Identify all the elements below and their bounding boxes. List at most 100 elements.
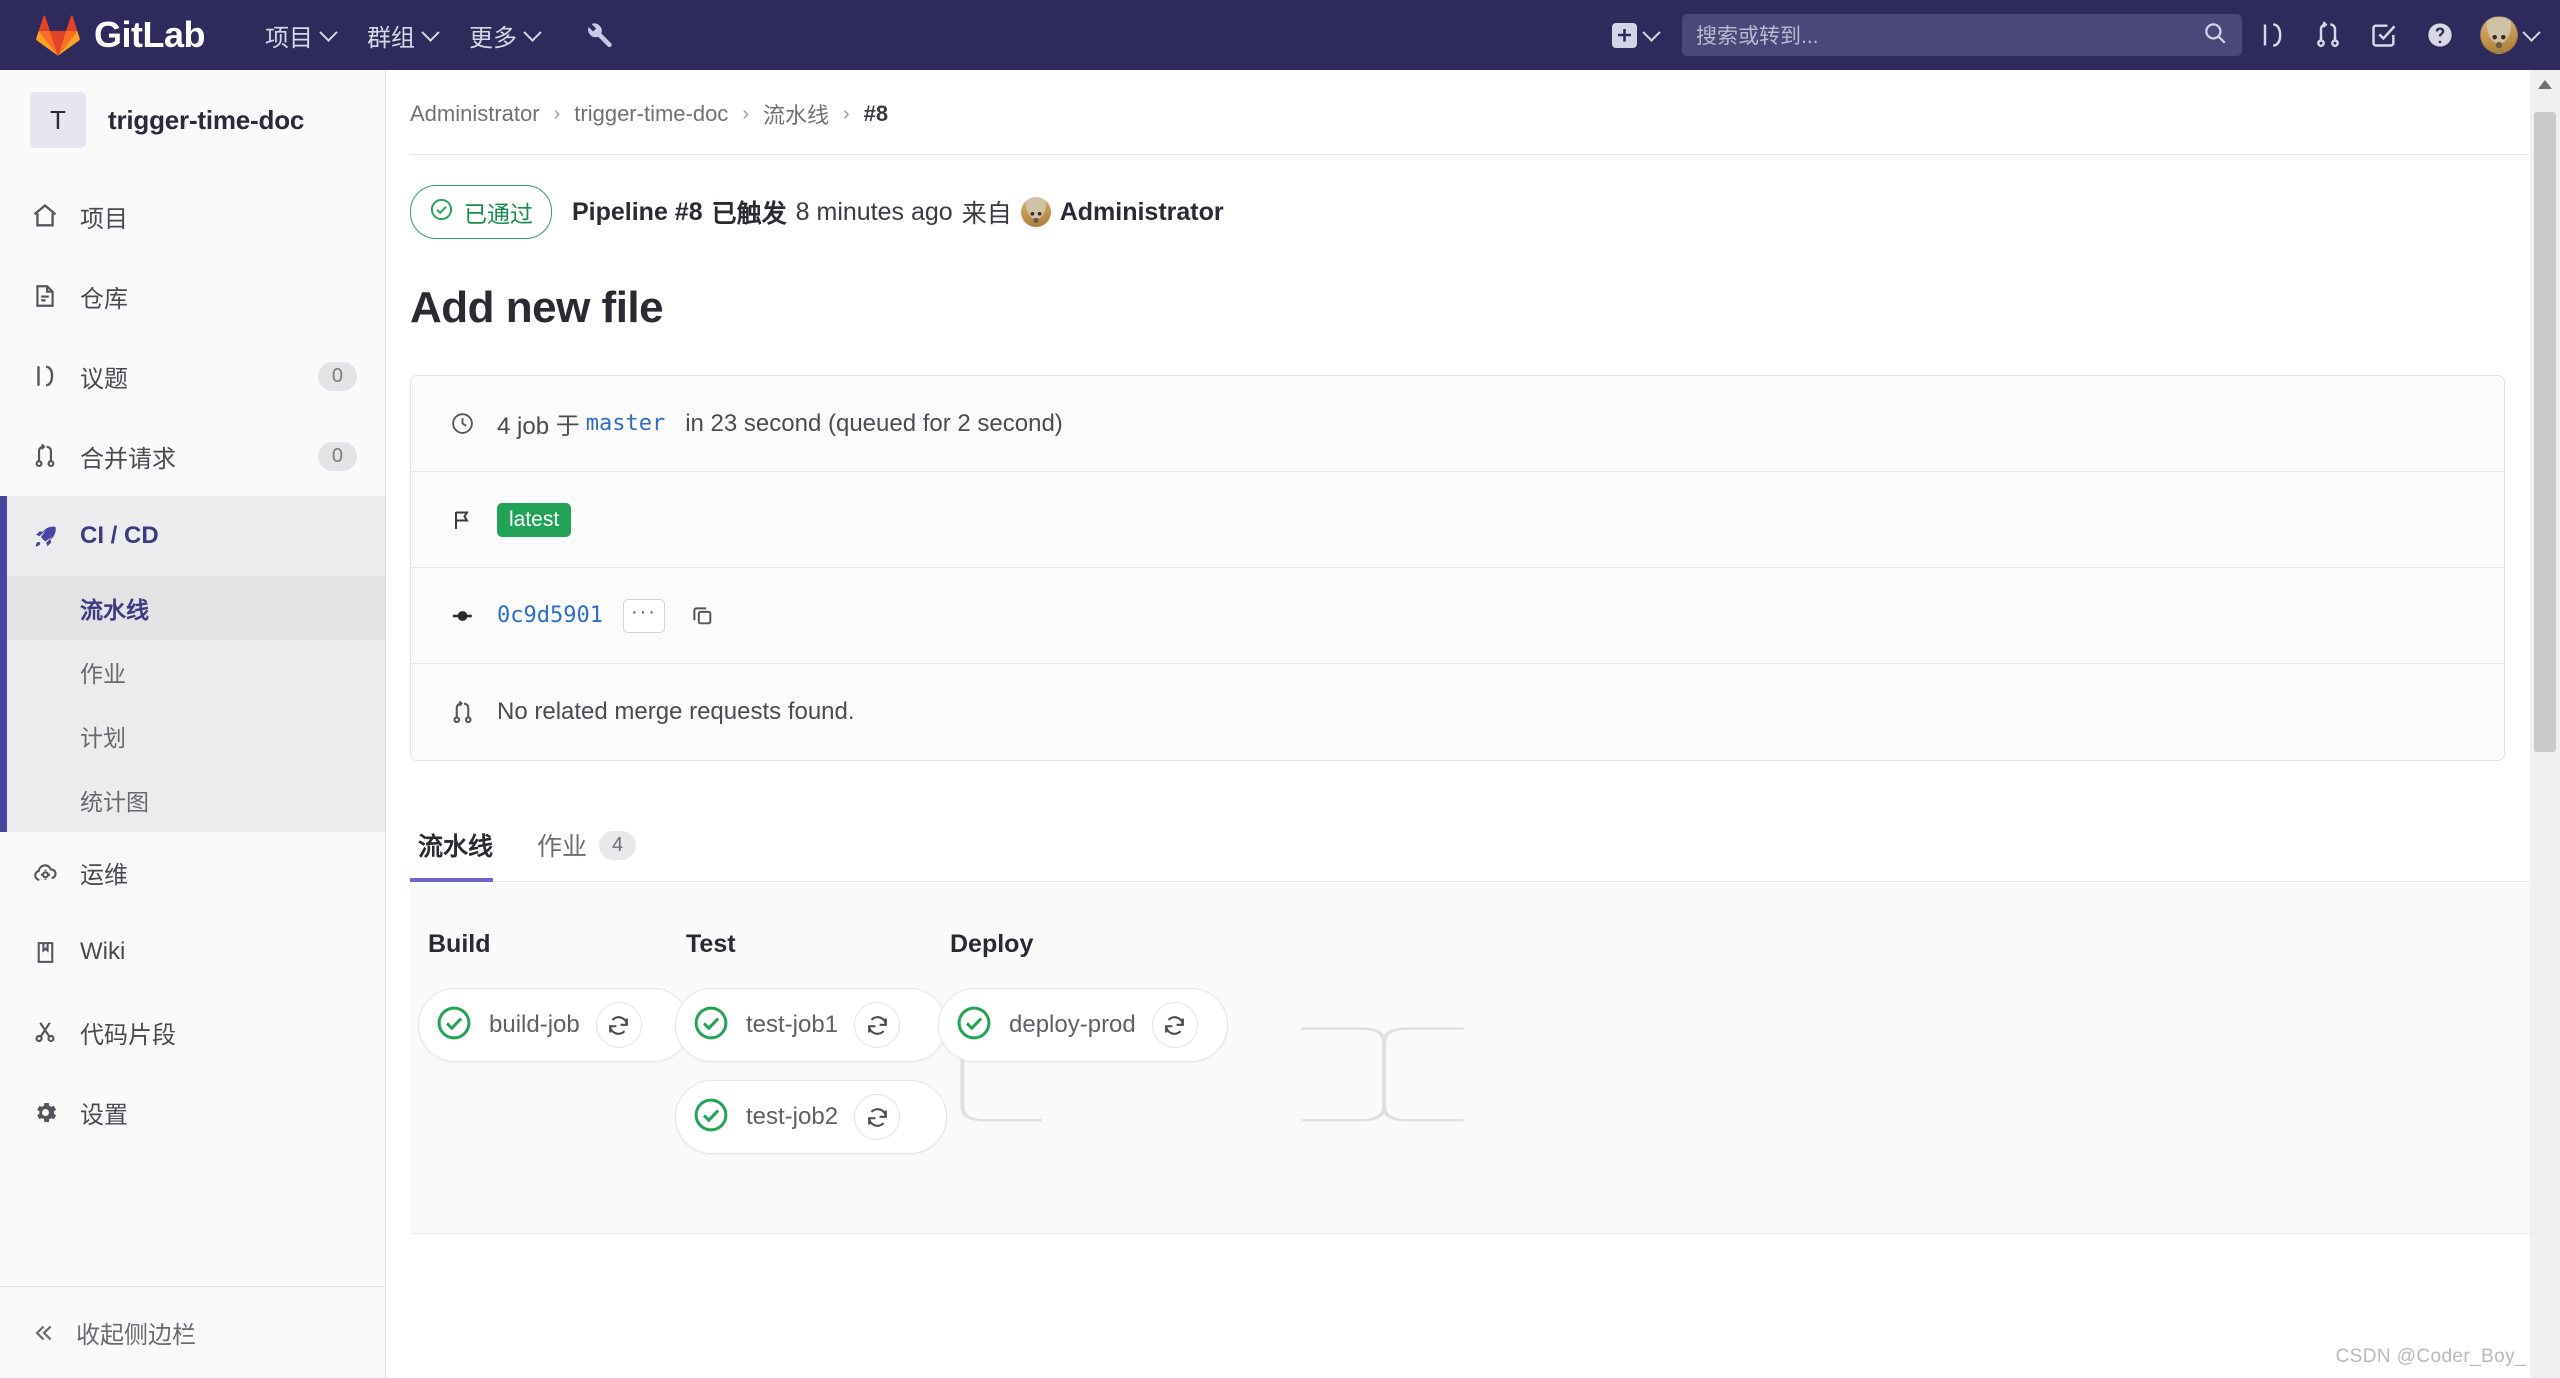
info-row-merge-requests: No related merge requests found. bbox=[411, 664, 2504, 760]
retry-icon[interactable] bbox=[595, 1002, 642, 1048]
sidebar-item-settings[interactable]: 设置 bbox=[0, 1072, 385, 1152]
pipeline-title-line: Pipeline #8 已触发 8 minutes ago 来自 Adminis… bbox=[572, 194, 1224, 230]
pipeline-header: 已通过 Pipeline #8 已触发 8 minutes ago 来自 Adm… bbox=[386, 155, 2560, 239]
pipeline-tabs: 流水线 作业 4 bbox=[410, 813, 2560, 882]
jobs-suffix: in 23 second (queued for 2 second) bbox=[685, 409, 1063, 437]
sidebar-label-ci-cd: CI / CD bbox=[80, 522, 159, 549]
retry-icon[interactable] bbox=[1151, 1002, 1198, 1048]
chevron-down-icon bbox=[1642, 22, 1661, 42]
check-circle-icon bbox=[692, 1004, 730, 1047]
retry-icon[interactable] bbox=[854, 1094, 901, 1140]
wrench-icon[interactable] bbox=[577, 13, 621, 57]
job-deploy-prod[interactable]: deploy-prod bbox=[938, 988, 1228, 1062]
tab-jobs[interactable]: 作业 4 bbox=[529, 813, 660, 881]
tab-jobs-label: 作业 bbox=[537, 833, 588, 861]
topnav-label-more: 更多 bbox=[469, 24, 517, 52]
sidebar-item-snippets[interactable]: 代码片段 bbox=[0, 992, 385, 1072]
tab-pipeline[interactable]: 流水线 bbox=[410, 813, 517, 882]
pipeline-author[interactable]: Administrator bbox=[1060, 198, 1224, 227]
project-sidebar: T trigger-time-doc 项目 仓库 议题 0 合并请求 0 CI … bbox=[0, 70, 386, 1378]
job-label: test-job1 bbox=[746, 1011, 839, 1038]
help-icon[interactable] bbox=[2414, 9, 2466, 61]
chevron-double-left-icon bbox=[30, 1320, 56, 1346]
watermark: CSDN @Coder_Boy_ bbox=[2335, 1346, 2526, 1367]
sidebar-item-pipelines[interactable]: 流水线 bbox=[0, 576, 385, 640]
sidebar-item-schedules[interactable]: 计划 bbox=[0, 704, 385, 768]
top-navigation-bar: GitLab 项目 群组 更多 搜索或转到... bbox=[0, 0, 2560, 70]
sidebar-item-charts[interactable]: 统计图 bbox=[0, 768, 385, 832]
scrollbar-thumb[interactable] bbox=[2534, 112, 2556, 752]
topnav-label-groups: 群组 bbox=[367, 24, 415, 52]
sidebar-label-operations: 运维 bbox=[80, 861, 128, 889]
commit-sha[interactable]: 0c9d5901 bbox=[497, 603, 603, 628]
sidebar-item-repository[interactable]: 仓库 bbox=[0, 256, 385, 336]
chevron-down-icon bbox=[319, 22, 338, 42]
commit-expand-button[interactable]: ··· bbox=[622, 598, 665, 633]
pipeline-triggered-label: 已触发 bbox=[711, 200, 787, 228]
retry-icon[interactable] bbox=[854, 1002, 901, 1048]
avatar-wrapper[interactable] bbox=[2480, 16, 2541, 54]
repository-icon bbox=[28, 283, 62, 309]
sidebar-item-project[interactable]: 项目 bbox=[0, 176, 385, 256]
user-menu-button[interactable] bbox=[2470, 9, 2541, 61]
clock-icon bbox=[447, 411, 477, 436]
topnav-item-projects[interactable]: 项目 bbox=[249, 8, 351, 63]
sidebar-item-operations[interactable]: 运维 bbox=[0, 832, 385, 912]
collapse-sidebar-button[interactable]: 收起侧边栏 bbox=[0, 1286, 385, 1378]
breadcrumb-item-project[interactable]: trigger-time-doc bbox=[574, 101, 728, 127]
gear-icon bbox=[28, 1099, 62, 1126]
breadcrumb-separator: › bbox=[553, 102, 561, 125]
check-circle-icon bbox=[435, 1004, 473, 1047]
sidebar-label-issues: 议题 bbox=[80, 365, 128, 393]
status-badge-label: 已通过 bbox=[464, 201, 533, 227]
sidebar-label-pipelines: 流水线 bbox=[80, 597, 149, 623]
sidebar-nav: 项目 仓库 议题 0 合并请求 0 CI / CD 流水线 作业 计划 统计图 … bbox=[0, 170, 385, 1152]
status-badge[interactable]: 已通过 bbox=[410, 185, 552, 239]
topnav-item-more[interactable]: 更多 bbox=[453, 8, 555, 63]
sidebar-label-merge-requests: 合并请求 bbox=[80, 445, 176, 473]
todos-icon[interactable] bbox=[2358, 9, 2410, 61]
sidebar-item-issues[interactable]: 议题 0 bbox=[0, 336, 385, 416]
breadcrumb-item-pipeline-id[interactable]: #8 bbox=[864, 101, 888, 127]
tag-badge[interactable]: latest bbox=[497, 502, 572, 537]
author-avatar[interactable] bbox=[1020, 197, 1051, 227]
info-row-tag: latest bbox=[411, 472, 2504, 568]
vertical-scrollbar[interactable] bbox=[2530, 70, 2560, 1378]
wiki-icon bbox=[28, 940, 62, 965]
breadcrumb-item-administrator[interactable]: Administrator bbox=[410, 101, 540, 127]
scroll-up-arrow-icon[interactable] bbox=[2538, 80, 2552, 89]
plus-icon bbox=[1612, 22, 1637, 48]
sidebar-item-jobs[interactable]: 作业 bbox=[0, 640, 385, 704]
sidebar-label-settings: 设置 bbox=[80, 1101, 128, 1129]
create-new-button[interactable] bbox=[1602, 15, 1668, 56]
job-label: test-job2 bbox=[746, 1103, 839, 1130]
copy-icon[interactable] bbox=[685, 598, 721, 634]
job-test-job2[interactable]: test-job2 bbox=[675, 1080, 947, 1154]
pipeline-ref[interactable]: master bbox=[586, 411, 665, 436]
tab-jobs-count: 4 bbox=[599, 830, 637, 860]
top-nav-right-cluster: 搜索或转到... bbox=[1602, 0, 2541, 70]
project-name: trigger-time-doc bbox=[108, 104, 305, 135]
job-build-job[interactable]: build-job bbox=[418, 988, 690, 1062]
project-avatar: T bbox=[30, 92, 86, 148]
gitlab-logo-icon[interactable] bbox=[36, 14, 80, 56]
merge-requests-icon[interactable] bbox=[2302, 9, 2354, 61]
sidebar-project-header[interactable]: T trigger-time-doc bbox=[0, 70, 385, 170]
check-circle-icon bbox=[955, 1004, 993, 1047]
job-test-job1[interactable]: test-job1 bbox=[675, 988, 947, 1062]
issues-icon[interactable] bbox=[2246, 9, 2298, 61]
job-label: deploy-prod bbox=[1009, 1011, 1136, 1038]
chevron-down-icon bbox=[523, 22, 542, 42]
sidebar-item-ci-cd[interactable]: CI / CD bbox=[0, 496, 385, 576]
commit-title: Add new file bbox=[410, 283, 664, 332]
chevron-down-icon bbox=[421, 22, 440, 42]
pipeline-info-card: 4 job 于 master in 23 second (queued for … bbox=[410, 375, 2505, 761]
pipeline-graph: Build build-job Test test-job1 test-job2… bbox=[410, 882, 2560, 1234]
breadcrumb-item-pipelines[interactable]: 流水线 bbox=[763, 98, 829, 130]
search-input[interactable]: 搜索或转到... bbox=[1682, 14, 2242, 56]
check-circle-icon bbox=[692, 1096, 730, 1139]
sidebar-item-wiki[interactable]: Wiki bbox=[0, 912, 385, 992]
topnav-label-projects: 项目 bbox=[265, 24, 313, 52]
topnav-item-groups[interactable]: 群组 bbox=[351, 8, 453, 63]
sidebar-item-merge-requests[interactable]: 合并请求 0 bbox=[0, 416, 385, 496]
